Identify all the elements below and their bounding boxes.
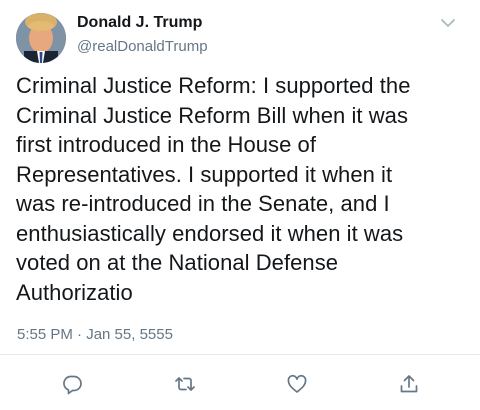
tweet-text-line: Representatives. I supported it when it [16,161,393,187]
reply-icon[interactable] [61,373,83,395]
retweet-icon[interactable] [174,373,196,395]
tweet-text-line: Authorizatio [16,279,133,305]
tweet-text-line: first introduced in the House of [16,132,316,157]
divider [0,354,480,355]
avatar-image [16,13,66,63]
display-name[interactable]: Donald J. Trump [77,14,202,32]
share-icon[interactable] [398,373,420,395]
tweet-text-line: enthusiastically endorsed it when it was [16,220,404,246]
heart-icon[interactable] [286,373,308,395]
chevron-down-icon[interactable] [440,16,456,28]
tweet-text-line: Criminal Justice Reform Bill when it was [16,102,408,128]
tweet-card: Donald J. Trump @realDonaldTrump Crimina… [0,0,480,410]
avatar[interactable] [16,13,66,63]
tweet-text-line: voted on at the National Defense [16,250,339,275]
tweet-timestamp[interactable]: 5:55 PM · Jan 55, 5555 [17,326,173,343]
tweet-text-line: was re-introduced in the Senate, and I [16,191,390,216]
tweet-text-line: Criminal Justice Reform: I supported the [16,73,411,98]
user-handle[interactable]: @realDonaldTrump [77,38,208,55]
tweet-text: Criminal Justice Reform: I supported the… [16,71,468,307]
